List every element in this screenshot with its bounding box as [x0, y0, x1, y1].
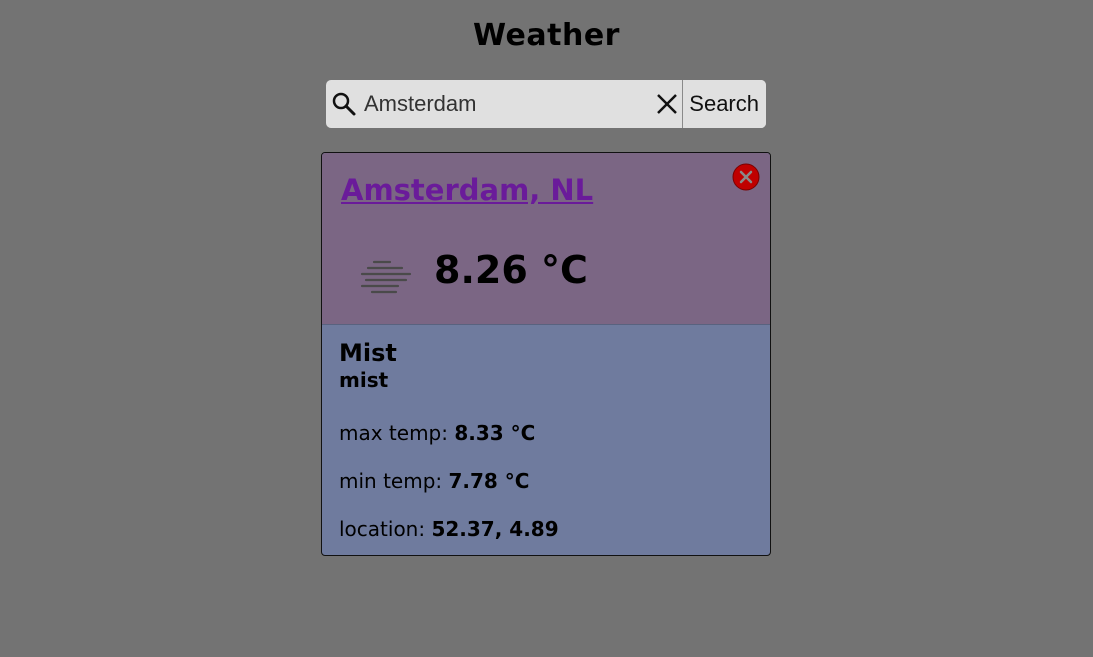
min-temp-value: 7.78 °C	[448, 469, 530, 493]
location-value: 52.37, 4.89	[431, 517, 559, 541]
location-label: location:	[339, 517, 432, 541]
close-icon	[657, 94, 678, 114]
max-temp-label: max temp:	[339, 421, 455, 445]
max-temp-value: 8.33 °C	[454, 421, 536, 445]
location-row: location: 52.37, 4.89	[339, 505, 753, 553]
condition-main: Mist	[339, 339, 397, 367]
condition-description: mist	[339, 368, 389, 392]
remove-card-button[interactable]	[732, 163, 760, 191]
city-link[interactable]: Amsterdam, NL	[341, 173, 593, 207]
page-title: Weather	[473, 18, 620, 53]
min-temp-row: min temp: 7.78 °C	[339, 457, 753, 505]
weather-card: Amsterdam, NL 8.26 °C Mist mist max temp…	[321, 152, 771, 556]
current-temperature: 8.26 °C	[434, 248, 588, 292]
card-header: Amsterdam, NL 8.26 °C	[322, 153, 770, 325]
search-button[interactable]: Search	[682, 80, 766, 128]
mist-icon	[358, 256, 414, 296]
max-temp-row: max temp: 8.33 °C	[339, 409, 753, 457]
close-circle-icon	[732, 163, 760, 191]
search-bar: Search	[326, 80, 766, 128]
search-input[interactable]	[357, 80, 652, 128]
search-icon	[331, 91, 357, 117]
card-details: Mist mist max temp: 8.33 °C min temp: 7.…	[322, 325, 770, 555]
min-temp-label: min temp:	[339, 469, 449, 493]
clear-search-button[interactable]	[652, 80, 682, 128]
